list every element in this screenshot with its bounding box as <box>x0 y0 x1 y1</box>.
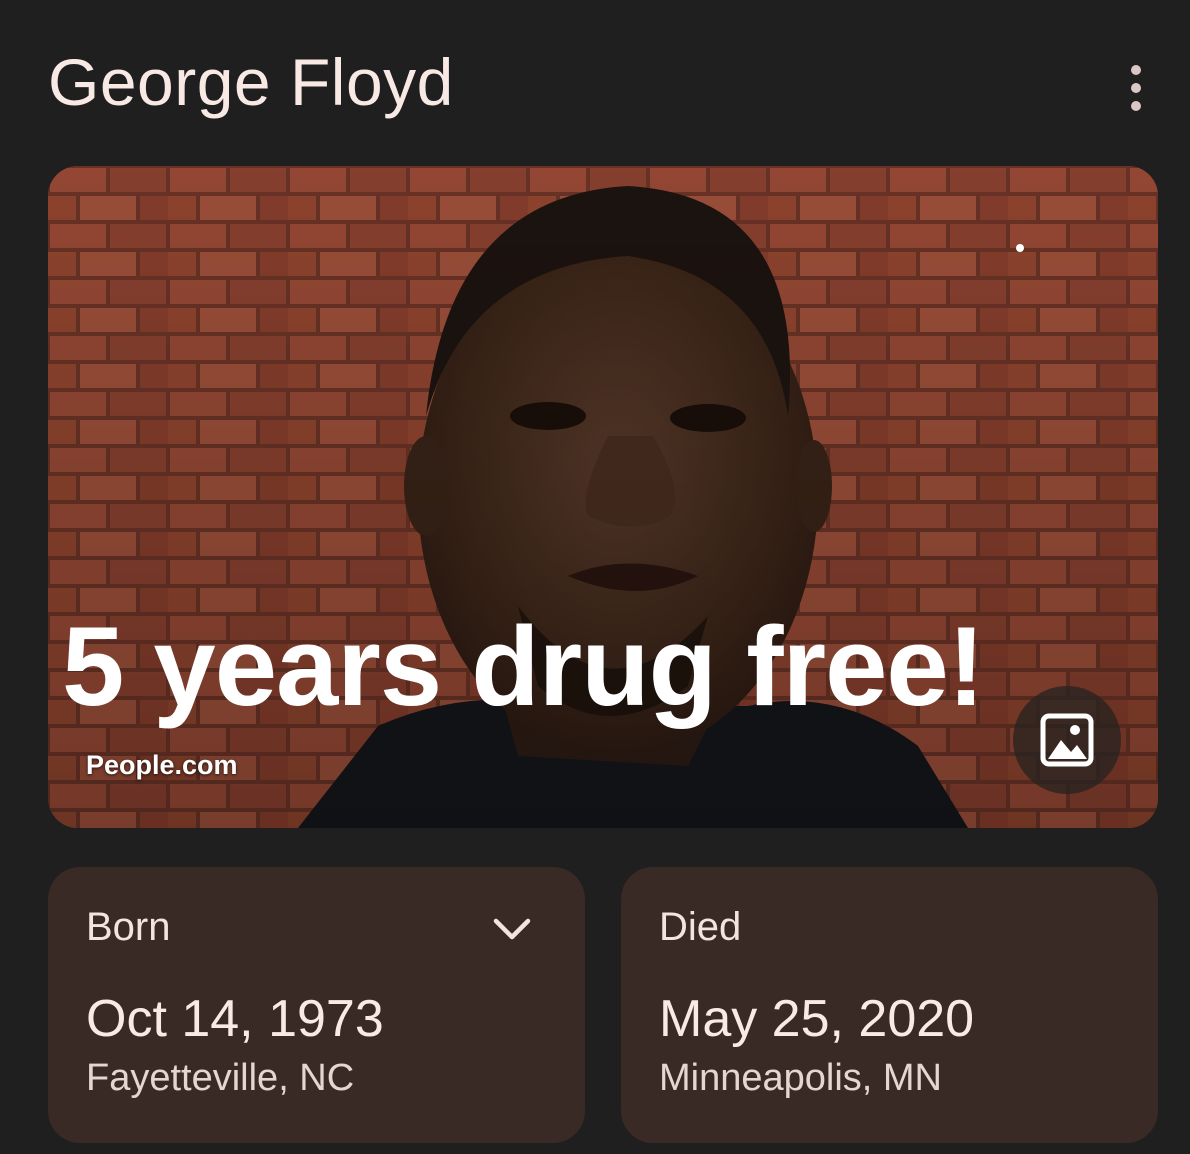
died-place: Minneapolis, MN <box>659 1057 942 1099</box>
more-vert-icon-dot <box>1131 83 1141 93</box>
page-title: George Floyd <box>48 45 454 119</box>
died-label: Died <box>659 905 742 949</box>
died-card[interactable]: Died May 25, 2020 Minneapolis, MN <box>621 867 1158 1143</box>
more-options-button[interactable] <box>1112 62 1160 114</box>
image-caption-overlay: 5 years drug free! <box>62 604 985 729</box>
chevron-down-icon[interactable] <box>490 911 534 947</box>
born-card[interactable]: Born Oct 14, 1973 Fayetteville, NC <box>48 867 585 1143</box>
born-place: Fayetteville, NC <box>86 1057 355 1099</box>
born-label: Born <box>86 905 171 949</box>
knowledge-panel: George Floyd 5 years drug free! People.c… <box>0 0 1190 1154</box>
more-vert-icon-dot <box>1131 101 1141 111</box>
born-date: Oct 14, 1973 <box>86 990 384 1048</box>
image-gallery-button[interactable] <box>1013 686 1121 794</box>
more-vert-icon <box>1131 65 1141 75</box>
image-source-label[interactable]: People.com <box>86 750 238 781</box>
image-gallery-icon <box>1040 713 1094 767</box>
image-card[interactable]: 5 years drug free! People.com <box>48 166 1158 828</box>
died-date: May 25, 2020 <box>659 990 975 1048</box>
